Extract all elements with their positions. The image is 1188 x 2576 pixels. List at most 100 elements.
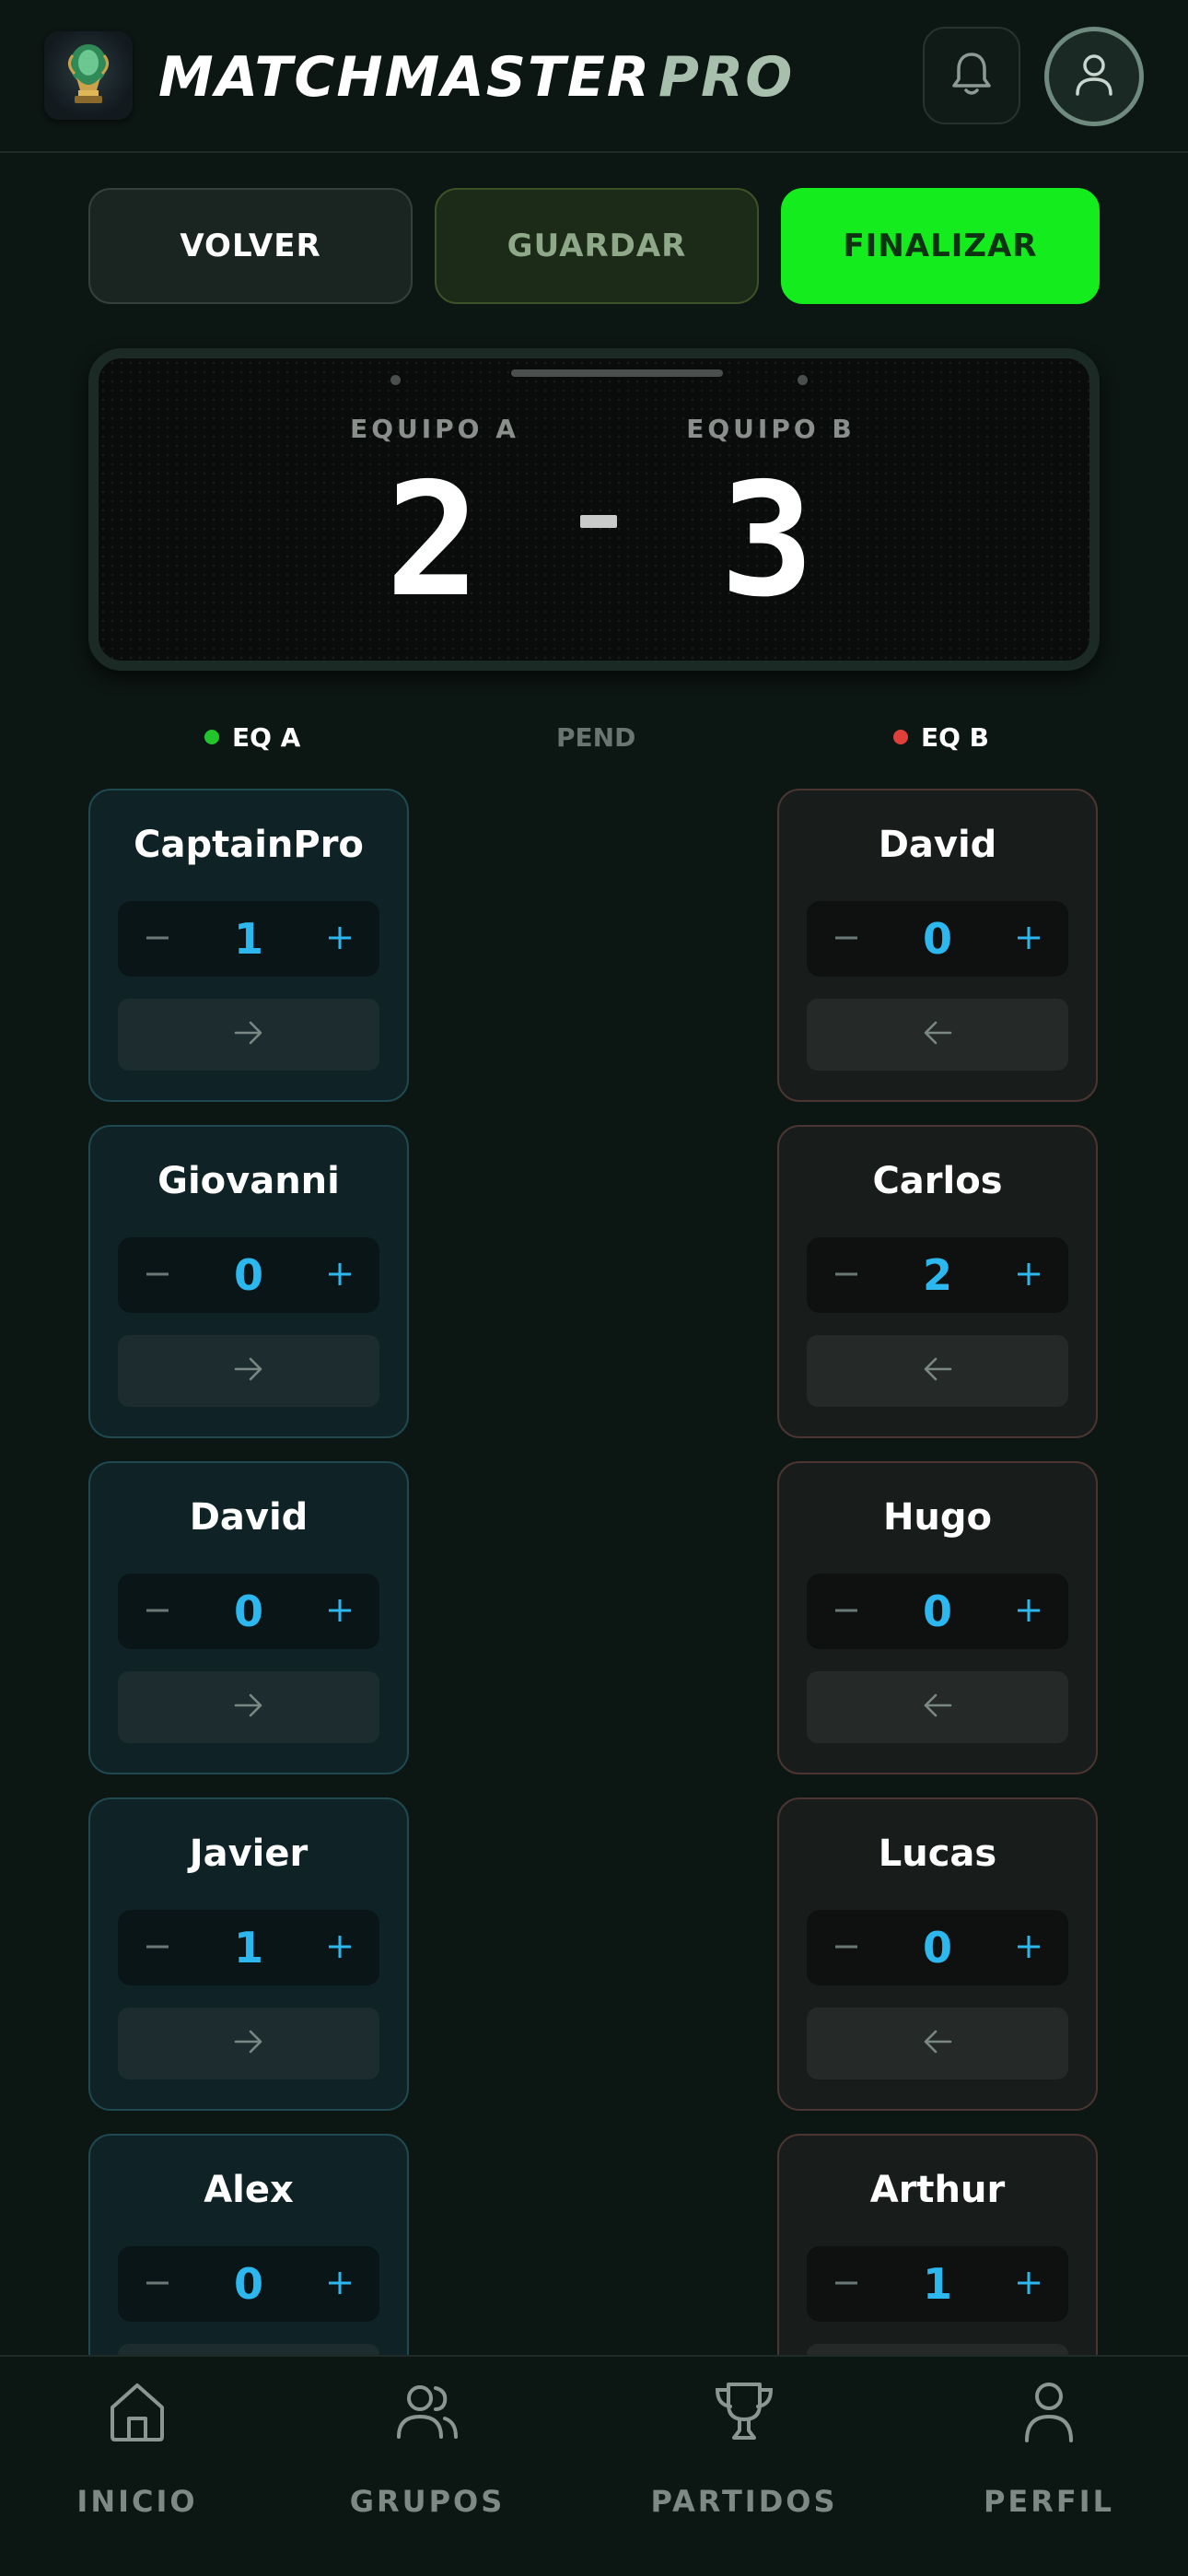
- app-title-accent: PRO: [658, 45, 795, 110]
- goals-stepper: 1: [118, 1910, 379, 1985]
- move-to-team-b-button[interactable]: [118, 2008, 379, 2079]
- minus-icon[interactable]: [134, 1921, 181, 1973]
- player-name: Giovanni: [157, 1160, 340, 1202]
- app-title: MATCHMASTER PRO: [158, 41, 794, 114]
- nav-item-matches[interactable]: PARTIDOS: [624, 2375, 864, 2532]
- nav-label-groups: GRUPOS: [349, 2484, 506, 2519]
- move-to-team-b-button[interactable]: [118, 999, 379, 1071]
- minus-icon[interactable]: [823, 2257, 869, 2309]
- scoreboard: EQUIPO A EQUIPO B 2 3: [88, 348, 1100, 671]
- team-b-status: EQ B: [893, 720, 989, 754]
- plus-icon[interactable]: [317, 1921, 363, 1973]
- minus-icon[interactable]: [134, 1248, 181, 1300]
- team-a-dot: [204, 730, 219, 744]
- minus-icon[interactable]: [134, 2257, 181, 2309]
- save-button[interactable]: GUARDAR: [435, 188, 759, 304]
- arrow-left-icon: [922, 1692, 953, 1723]
- goals-value: 1: [922, 2259, 952, 2309]
- plus-icon[interactable]: [317, 1585, 363, 1636]
- profile-avatar-button[interactable]: [1044, 27, 1144, 126]
- arrow-left-icon: [922, 2028, 953, 2059]
- plus-icon[interactable]: [1006, 1921, 1052, 1973]
- goals-value: 0: [922, 914, 952, 964]
- team-b-label: EQUIPO B: [686, 414, 856, 444]
- minus-icon[interactable]: [134, 1585, 181, 1636]
- plus-icon[interactable]: [317, 912, 363, 964]
- goals-value: 0: [233, 1587, 263, 1636]
- goals-value: 0: [233, 2259, 263, 2309]
- goals-stepper: 1: [807, 2246, 1068, 2322]
- arrow-right-icon: [233, 1019, 264, 1050]
- user-icon: [1073, 52, 1115, 101]
- arrow-right-icon: [233, 1355, 264, 1387]
- move-to-team-a-button[interactable]: [807, 1335, 1068, 1407]
- minus-icon[interactable]: [823, 1585, 869, 1636]
- goals-value: 2: [922, 1250, 952, 1300]
- player-card-team-b: David 0: [777, 789, 1098, 1102]
- arrow-right-icon: [233, 2028, 264, 2059]
- team-a-score: 2: [385, 450, 481, 632]
- goals-stepper: 0: [807, 1574, 1068, 1649]
- team-a-status: EQ A: [204, 720, 300, 754]
- scoreboard-light: [798, 375, 808, 385]
- minus-icon[interactable]: [134, 912, 181, 964]
- app-header: MATCHMASTER PRO: [0, 0, 1188, 153]
- bell-icon: [949, 49, 995, 102]
- player-name: David: [878, 824, 997, 866]
- move-to-team-a-button[interactable]: [807, 2008, 1068, 2079]
- goals-stepper: 0: [118, 1574, 379, 1649]
- nav-item-home[interactable]: INICIO: [17, 2375, 257, 2532]
- goals-value: 0: [922, 1923, 952, 1973]
- player-card-team-a: David 0: [88, 1461, 409, 1774]
- notifications-button[interactable]: [923, 27, 1020, 124]
- minus-icon[interactable]: [823, 912, 869, 964]
- move-to-team-b-button[interactable]: [118, 1671, 379, 1743]
- player-card-team-b: Lucas 0: [777, 1797, 1098, 2111]
- minus-icon[interactable]: [823, 1248, 869, 1300]
- plus-icon[interactable]: [1006, 2257, 1052, 2309]
- home-icon: [105, 2375, 169, 2449]
- pending-status: PEND: [556, 721, 636, 753]
- player-card-team-b: Hugo 0: [777, 1461, 1098, 1774]
- app-title-main: MATCHMASTER: [158, 45, 652, 110]
- plus-icon[interactable]: [1006, 1585, 1052, 1636]
- player-name: Hugo: [882, 1496, 993, 1539]
- bottom-nav: INICIO GRUPOS PARTIDOS PERFIL: [0, 2355, 1188, 2576]
- plus-icon[interactable]: [317, 1248, 363, 1300]
- team-a-label: EQUIPO A: [350, 414, 519, 444]
- player-name: Arthur: [869, 2169, 1006, 2211]
- move-to-team-b-button[interactable]: [118, 1335, 379, 1407]
- finish-button[interactable]: FINALIZAR: [781, 188, 1100, 304]
- arrow-right-icon: [233, 1692, 264, 1723]
- arrow-left-icon: [922, 1019, 953, 1050]
- nav-label-profile: PERFIL: [983, 2484, 1115, 2519]
- scoreboard-light: [390, 375, 401, 385]
- move-to-team-a-button[interactable]: [807, 999, 1068, 1071]
- player-name: Alex: [204, 2169, 294, 2211]
- plus-icon[interactable]: [1006, 1248, 1052, 1300]
- player-name: Lucas: [878, 1832, 997, 1875]
- player-card-team-b: Carlos 2: [777, 1125, 1098, 1438]
- goals-stepper: 1: [118, 901, 379, 977]
- nav-item-groups[interactable]: GRUPOS: [308, 2375, 547, 2532]
- trophy-icon: [712, 2375, 776, 2449]
- plus-icon[interactable]: [317, 2257, 363, 2309]
- player-name: CaptainPro: [134, 824, 364, 866]
- nav-item-profile[interactable]: PERFIL: [929, 2375, 1169, 2532]
- back-button[interactable]: VOLVER: [88, 188, 413, 304]
- minus-icon[interactable]: [823, 1921, 869, 1973]
- player-card-team-a: Javier 1: [88, 1797, 409, 2111]
- plus-icon[interactable]: [1006, 912, 1052, 964]
- player-name: Carlos: [872, 1160, 1003, 1202]
- goals-stepper: 2: [807, 1237, 1068, 1313]
- team-b-status-label: EQ B: [921, 721, 990, 753]
- move-to-team-a-button[interactable]: [807, 1671, 1068, 1743]
- goals-stepper: 0: [118, 1237, 379, 1313]
- score-separator: [580, 515, 617, 528]
- goals-stepper: 0: [807, 1910, 1068, 1985]
- goals-stepper: 0: [118, 2246, 379, 2322]
- goals-value: 0: [922, 1587, 952, 1636]
- team-b-dot: [893, 730, 908, 744]
- team-b-score: 3: [719, 450, 815, 632]
- arrow-left-icon: [922, 1355, 953, 1387]
